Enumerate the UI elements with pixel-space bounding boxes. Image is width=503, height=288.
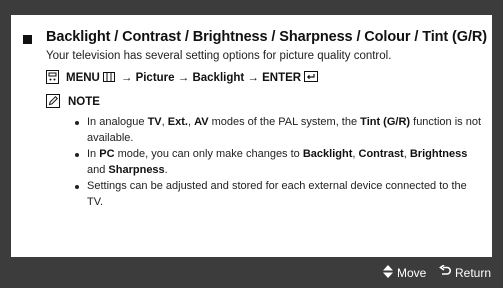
enter-icon bbox=[304, 71, 319, 85]
note-item: In PC mode, you can only make changes to… bbox=[75, 147, 485, 178]
note-label: NOTE bbox=[68, 96, 100, 108]
note-item: In analogue TV, Ext., AV modes of the PA… bbox=[75, 115, 485, 146]
menu-text: MENU bbox=[66, 72, 100, 84]
content-panel: Backlight / Contrast / Brightness / Shar… bbox=[11, 15, 492, 257]
section-description: Your television has several setting opti… bbox=[46, 50, 392, 62]
note-heading: NOTE bbox=[46, 93, 100, 111]
note-item: Settings can be adjusted and stored for … bbox=[75, 179, 485, 210]
return-icon bbox=[439, 264, 455, 280]
return-button[interactable]: Return bbox=[439, 264, 492, 280]
section-title: Backlight / Contrast / Brightness / Shar… bbox=[46, 29, 487, 45]
up-down-arrow-icon bbox=[383, 265, 397, 281]
menu-path-text: → Picture → Backlight → ENTER bbox=[120, 72, 302, 84]
remote-icon bbox=[46, 69, 59, 87]
menu-grid-icon bbox=[102, 71, 115, 85]
section-bullet bbox=[23, 35, 32, 44]
menu-path: MENU → Picture → Backlight → ENTER bbox=[46, 69, 321, 87]
move-label: Move bbox=[397, 266, 427, 280]
footer-bar: Move Return bbox=[0, 257, 503, 288]
note-list: In analogue TV, Ext., AV modes of the PA… bbox=[75, 115, 485, 211]
note-icon bbox=[46, 93, 60, 111]
move-button[interactable]: Move bbox=[383, 265, 426, 281]
return-label: Return bbox=[455, 265, 492, 280]
